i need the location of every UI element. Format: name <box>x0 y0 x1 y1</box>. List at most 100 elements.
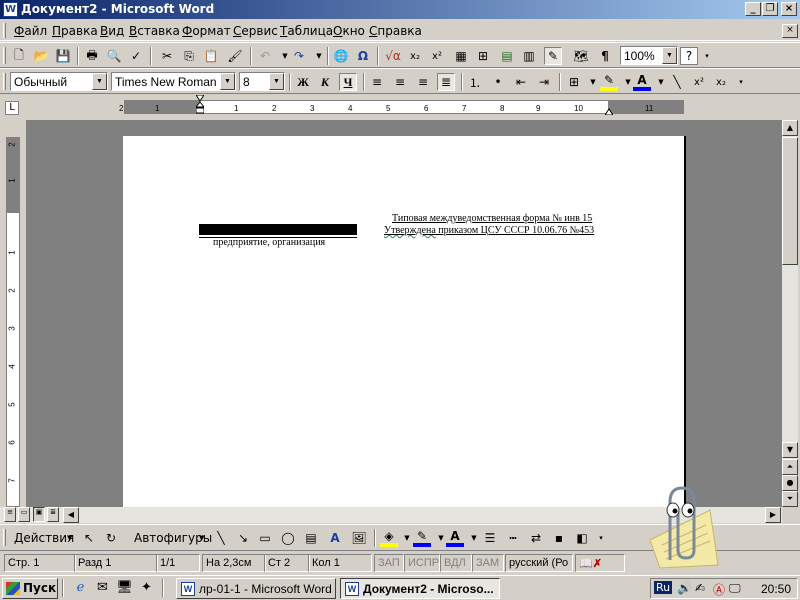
style-dropdown[interactable]: Обычный ▼ <box>10 72 108 91</box>
pen-icon[interactable]: ✍ <box>695 581 705 595</box>
numbering-icon[interactable]: ⒈ <box>466 73 484 91</box>
oval-tool-icon[interactable]: ◯ <box>279 529 297 547</box>
print-preview-icon[interactable]: 🔍 <box>105 47 123 65</box>
menu-grip[interactable] <box>3 23 6 38</box>
previous-page-button[interactable]: ⏶ <box>782 459 798 475</box>
draw-font-color-icon[interactable]: A <box>446 529 464 547</box>
clock[interactable]: 20:50 <box>761 582 791 596</box>
3d-icon[interactable]: ◧ <box>573 529 591 547</box>
font-size-dropdown[interactable]: 8 ▼ <box>239 72 285 91</box>
menu-tools[interactable]: Сервис <box>233 24 278 38</box>
select-browse-object-button[interactable]: ● <box>782 475 798 491</box>
redo-icon[interactable]: ↷ <box>290 47 308 65</box>
italic-button[interactable]: К <box>316 73 334 91</box>
toolbar-grip[interactable] <box>3 47 6 64</box>
status-ovr[interactable]: ЗАМ <box>472 554 504 572</box>
indent-marker-icon[interactable] <box>194 94 206 115</box>
actions-menu[interactable]: Действия <box>14 531 74 545</box>
borders-icon[interactable]: ⊞ <box>565 73 583 91</box>
text-box-icon[interactable]: ▤ <box>302 529 320 547</box>
open-icon[interactable]: 📂 <box>32 47 50 65</box>
display-icon[interactable]: 🖵 <box>729 581 741 596</box>
web-layout-button[interactable]: ▭ <box>18 507 30 522</box>
scroll-up-button[interactable]: ▲ <box>782 120 798 136</box>
bullets-icon[interactable]: • <box>489 73 507 91</box>
doc-close-button[interactable]: × <box>782 24 798 38</box>
zoom-dropdown[interactable]: 100% ▼ <box>620 46 678 65</box>
chevron-down-icon[interactable]: ▼ <box>220 73 235 90</box>
rectangle-tool-icon[interactable]: ▭ <box>256 529 274 547</box>
more-buttons-icon[interactable]: ▾ <box>592 529 610 547</box>
align-right-icon[interactable]: ≡ <box>414 73 432 91</box>
paste-icon[interactable]: 📋 <box>202 47 220 65</box>
fill-color-icon[interactable]: ◈ <box>380 529 398 547</box>
wordart-icon[interactable]: A <box>326 529 344 547</box>
word-icon[interactable]: W <box>3 2 18 17</box>
document-area[interactable]: Типовая междуведомственная форма № инв 1… <box>26 120 782 516</box>
chevron-down-icon[interactable]: ▼ <box>662 47 677 64</box>
scroll-left-button[interactable]: ◀ <box>63 507 79 523</box>
justify-icon[interactable]: ≣ <box>437 73 455 91</box>
normal-view-button[interactable]: ≡ <box>4 507 16 522</box>
close-button[interactable]: × <box>781 2 797 16</box>
start-button[interactable]: Пуск <box>2 578 58 599</box>
copy-icon[interactable]: ⎘ <box>180 47 198 65</box>
tables-borders-icon[interactable]: ▦ <box>452 47 470 65</box>
line-style-icon[interactable]: ☰ <box>481 529 499 547</box>
free-rotate-icon[interactable]: ↻ <box>102 529 120 547</box>
increase-indent-icon[interactable]: ⇥ <box>535 73 553 91</box>
internet-explorer-icon[interactable]: ℯ <box>72 580 89 597</box>
superscript-icon[interactable]: x² <box>428 47 446 65</box>
show-formatting-icon[interactable]: ¶ <box>596 47 614 65</box>
clipart-icon[interactable]: 🖼 <box>350 529 368 547</box>
document-page[interactable]: Типовая междуведомственная форма № инв 1… <box>123 136 686 516</box>
chevron-down-icon[interactable]: ▼ <box>67 534 72 542</box>
taskbar-item-lr-01[interactable]: W лр-01-1 - Microsoft Word <box>176 578 336 599</box>
shadow-icon[interactable]: ▪ <box>550 529 568 547</box>
print-icon[interactable]: 🖶 <box>83 47 101 65</box>
right-indent-marker-icon[interactable] <box>604 105 614 116</box>
save-icon[interactable]: 💾 <box>54 47 72 65</box>
drawing-icon[interactable]: ✎ <box>544 47 562 65</box>
more-buttons-icon[interactable]: ▾ <box>732 73 750 91</box>
scroll-down-button[interactable]: ▼ <box>782 442 798 458</box>
redo-dropdown-icon[interactable]: ▼ <box>310 47 328 65</box>
select-objects-icon[interactable]: ↖ <box>80 529 98 547</box>
toolbar-grip[interactable] <box>3 73 6 90</box>
font-dropdown[interactable]: Times New Roman ▼ <box>111 72 236 91</box>
hyperlink-icon[interactable]: 🌐 <box>332 47 350 65</box>
menu-format[interactable]: Формат <box>182 24 231 38</box>
status-ext[interactable]: ВДЛ <box>440 554 472 572</box>
chevron-down-icon[interactable]: ▼ <box>269 73 284 90</box>
more-buttons-icon[interactable]: ▾ <box>698 47 716 65</box>
decrease-indent-icon[interactable]: ⇤ <box>512 73 530 91</box>
restore-button[interactable]: ❐ <box>762 2 778 16</box>
outlook-express-icon[interactable]: ✉ <box>94 580 111 597</box>
line-color-icon[interactable]: ✎ <box>413 529 431 547</box>
insert-table-icon[interactable]: ⊞ <box>474 47 492 65</box>
line-icon[interactable]: ╲ <box>668 73 686 91</box>
subscript-icon[interactable]: x₂ <box>406 47 424 65</box>
underline-button[interactable]: Ч <box>339 73 357 91</box>
office-assistant-icon[interactable] <box>640 480 720 570</box>
undo-icon[interactable]: ↶ <box>256 47 274 65</box>
dash-style-icon[interactable]: ┅ <box>504 529 522 547</box>
status-language[interactable]: русский (Ро <box>505 554 573 572</box>
outline-view-button[interactable]: ≣ <box>47 507 59 522</box>
antivirus-icon[interactable]: Ⓐ <box>713 581 725 598</box>
bold-button[interactable]: Ж <box>294 73 312 91</box>
chevron-down-icon[interactable]: ▼ <box>92 73 107 90</box>
menu-file[interactable]: Файл <box>14 24 47 38</box>
line-tool-icon[interactable]: ╲ <box>212 529 230 547</box>
menu-view[interactable]: Вид <box>100 24 124 38</box>
arrow-tool-icon[interactable]: ↘ <box>234 529 252 547</box>
scroll-thumb[interactable] <box>782 137 798 265</box>
chevron-down-icon[interactable]: ▼ <box>199 534 204 542</box>
vertical-ruler[interactable]: 2 1 1 2 3 4 5 6 7 <box>6 137 20 507</box>
show-desktop-icon[interactable]: 🖥 <box>116 580 133 597</box>
cut-icon[interactable]: ✂ <box>158 47 176 65</box>
next-page-button[interactable]: ⏷ <box>782 491 798 507</box>
print-layout-button[interactable]: ▣ <box>33 507 45 522</box>
minimize-button[interactable]: _ <box>745 2 761 16</box>
spelling-icon[interactable]: ✓ <box>127 47 145 65</box>
